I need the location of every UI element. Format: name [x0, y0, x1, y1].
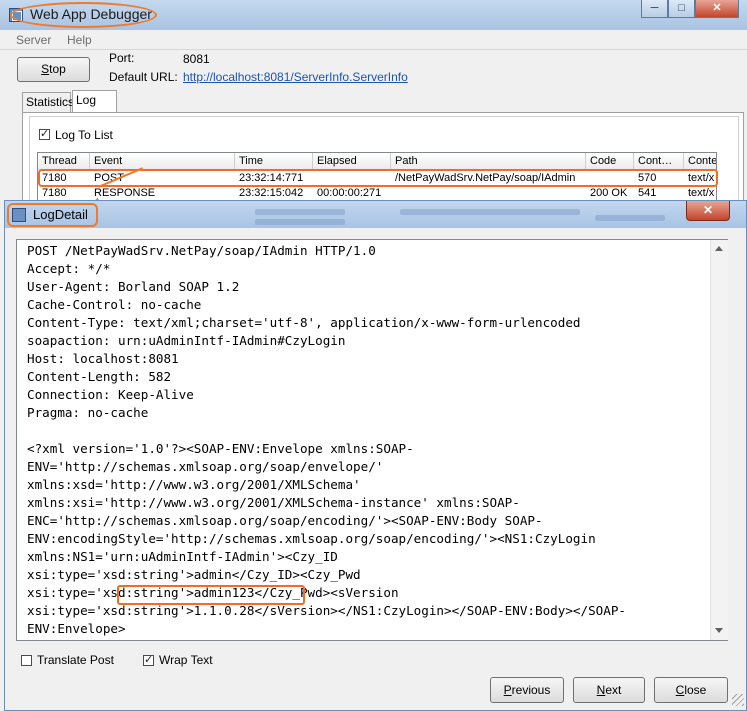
urn-highlight-box: [117, 585, 305, 605]
blurred-row-ghost: [255, 219, 345, 225]
tab-statistics[interactable]: Statistics: [22, 92, 74, 112]
col-header-thread[interactable]: Thread: [38, 153, 90, 170]
cell-time: 23:32:15:042: [239, 187, 304, 199]
col-header-time[interactable]: Time: [235, 153, 313, 170]
stop-accel: S: [41, 62, 50, 76]
close-label-rest: lose: [684, 683, 707, 697]
menu-server[interactable]: Server: [16, 33, 51, 47]
cell-thread: 7180: [42, 187, 67, 199]
cell-event: RESPONSE: [94, 187, 156, 199]
stop-label-rest: top: [49, 62, 66, 76]
default-url-label: Default URL:: [109, 70, 178, 84]
log-detail-dialog: LogDetail ✕ POST /NetPayWadSrv.NetPay/so…: [4, 200, 747, 711]
stop-button[interactable]: Stop: [17, 57, 90, 82]
menu-help[interactable]: Help: [67, 33, 92, 47]
log-detail-text-area[interactable]: POST /NetPayWadSrv.NetPay/soap/IAdmin HT…: [16, 239, 728, 641]
close-window-button[interactable]: ✕: [695, 0, 739, 18]
previous-button[interactable]: Previous: [490, 677, 564, 703]
tab-log[interactable]: Log: [72, 90, 117, 113]
blurred-row-ghost: [595, 215, 665, 221]
default-url-link[interactable]: http://localhost:8081/ServerInfo.ServerI…: [183, 70, 408, 84]
blurred-row-ghost: [400, 209, 580, 215]
next-button[interactable]: Next: [573, 677, 645, 703]
selected-row-highlight: [38, 169, 718, 187]
resize-grip[interactable]: [732, 694, 744, 706]
cell-content-length: 541: [638, 187, 657, 199]
title-highlight-oval: [10, 2, 157, 28]
vertical-scrollbar[interactable]: [710, 240, 728, 640]
cell-elapsed: 00:00:00:271: [317, 187, 382, 199]
col-header-event[interactable]: Event: [90, 153, 235, 170]
port-value: 8081: [183, 52, 210, 66]
log-detail-content: POST /NetPayWadSrv.NetPay/soap/IAdmin HT…: [27, 243, 626, 636]
previous-accel: P: [503, 683, 512, 697]
col-header-code[interactable]: Code: [586, 153, 634, 170]
col-header-content-type[interactable]: Conte: [684, 153, 716, 170]
log-to-list-checkbox[interactable]: ✓: [39, 129, 50, 140]
translate-post-label: Translate Post: [37, 653, 114, 667]
log-to-list-label: Log To List: [55, 128, 113, 142]
dialog-title-highlight: [7, 203, 98, 227]
scroll-up-icon[interactable]: [715, 246, 723, 251]
col-header-path[interactable]: Path: [391, 153, 586, 170]
dialog-close-icon[interactable]: ✕: [686, 201, 730, 221]
close-button[interactable]: Close: [654, 677, 728, 703]
scroll-down-icon[interactable]: [715, 628, 723, 633]
wrap-text-checkbox[interactable]: ✓: [143, 655, 154, 666]
port-label: Port:: [109, 51, 135, 65]
dialog-title-bar[interactable]: LogDetail: [5, 201, 746, 228]
minimize-button[interactable]: ─: [641, 0, 668, 18]
col-header-elapsed[interactable]: Elapsed: [313, 153, 391, 170]
col-header-content-length[interactable]: Cont…: [634, 153, 684, 170]
next-label-rest: ext: [605, 683, 622, 697]
cell-code: 200 OK: [590, 187, 628, 199]
previous-label-rest: revious: [511, 683, 551, 697]
cell-content-type: text/x: [688, 187, 715, 199]
maximize-button[interactable]: □: [668, 0, 695, 18]
title-bar[interactable]: Web App Debugger ─ □ ✕: [0, 0, 747, 31]
menu-bar: Server Help: [0, 30, 747, 50]
wrap-text-label: Wrap Text: [159, 653, 213, 667]
blurred-row-ghost: [255, 209, 345, 215]
translate-post-checkbox[interactable]: [21, 655, 32, 666]
